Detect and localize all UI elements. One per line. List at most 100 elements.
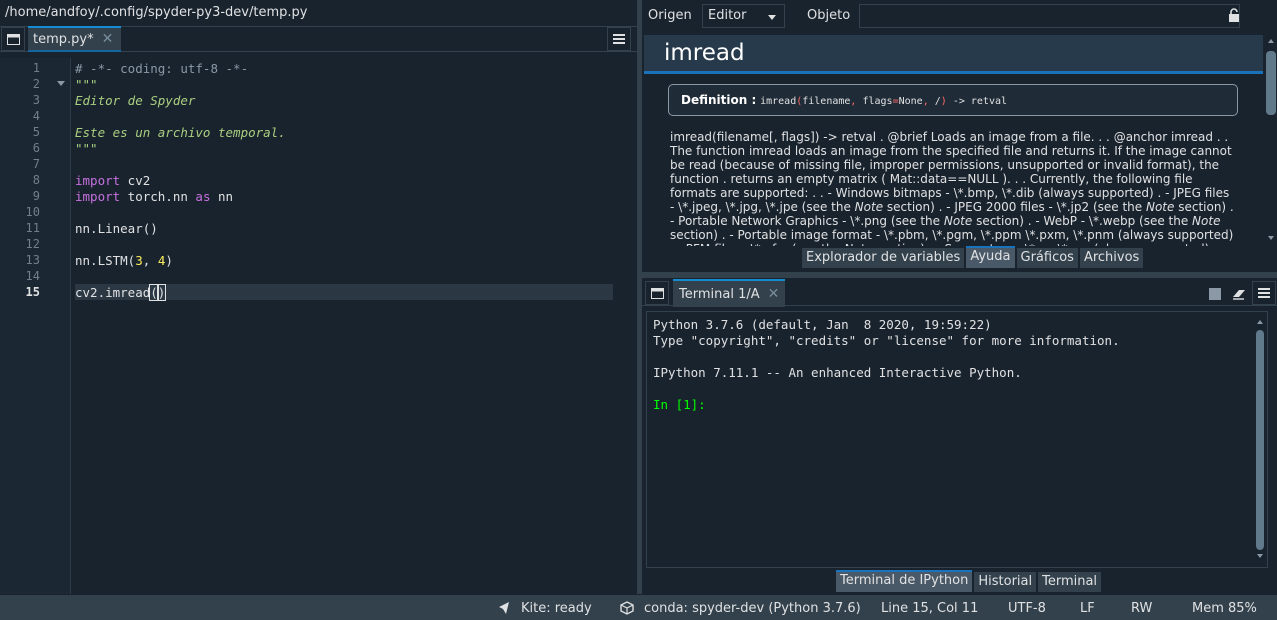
line-number: 5 — [32, 125, 40, 139]
keyword: import — [75, 173, 121, 188]
code-line: Este es un archivo temporal. — [75, 125, 286, 140]
hamburger-menu-icon — [613, 34, 625, 44]
scroll-thumb[interactable] — [1266, 51, 1276, 115]
source-value: Editor — [708, 8, 747, 23]
definition-signature: imread(filename, flags=None, /) -> retva… — [760, 96, 1007, 107]
console-options-button[interactable] — [1252, 281, 1276, 305]
help-header: imread — [644, 35, 1263, 74]
doc-text: section) . - JPEG 2000 files - \*.jp2 (s… — [883, 200, 1146, 214]
sig-arg: / — [928, 96, 941, 107]
module-name: torch.nn — [120, 189, 196, 204]
close-icon[interactable]: ✕ — [102, 31, 114, 47]
kite-status[interactable]: Kite: ready — [521, 601, 592, 616]
sig-return: -> retval — [946, 96, 1008, 107]
tab-variable-explorer[interactable]: Explorador de variables — [802, 248, 965, 268]
call-prefix: nn.LSTM( — [75, 253, 136, 268]
line-number: 3 — [32, 93, 40, 107]
object-input[interactable] — [859, 4, 1240, 28]
file-encoding: UTF-8 — [1008, 601, 1046, 616]
line-number: 8 — [32, 173, 40, 187]
console-tab-bar: Terminal 1/A ✕ — [642, 279, 1277, 307]
editor-pane: /home/andfoy/.config/spyder-py3-dev/temp… — [0, 0, 637, 594]
tab-history[interactable]: Historial — [974, 572, 1037, 592]
sig-name: imread — [760, 96, 797, 107]
scroll-up-icon[interactable] — [1257, 320, 1263, 324]
tab-terminal-1a[interactable]: Terminal 1/A ✕ — [673, 279, 786, 307]
fold-arrow-icon[interactable] — [57, 81, 65, 86]
definition-box: Definition : imread(filename, flags=None… — [668, 84, 1238, 116]
console-pane: Terminal 1/A ✕ Python 3.7.6 (default, Ja… — [642, 278, 1277, 594]
chevron-down-icon — [768, 15, 776, 20]
tab-help[interactable]: Ayuda — [966, 246, 1015, 268]
help-pane: Origen Editor Objeto imread Definition :… — [642, 0, 1277, 272]
window-icon — [650, 287, 664, 299]
close-icon[interactable]: ✕ — [768, 286, 780, 302]
code-line: nn.LSTM(3, 4) — [75, 253, 173, 268]
sig-arg: flags — [856, 96, 893, 107]
code-line-current: cv2.imread() — [75, 284, 167, 301]
console-scrollbar[interactable] — [1254, 320, 1266, 560]
console-line: Type "copyright", "credits" or "license"… — [653, 333, 1120, 348]
console-pane-tabs: Terminal de IPython Historial Terminal — [836, 570, 1102, 592]
browse-tabs-button[interactable] — [1, 27, 25, 51]
editor-options-button[interactable] — [607, 27, 631, 51]
source-label: Origen — [648, 8, 692, 23]
memory-usage: Mem 85% — [1192, 601, 1257, 616]
code-line: """ — [75, 77, 98, 92]
alias-name: nn — [210, 189, 234, 204]
doc-text: section) . - Portable image format - \*.… — [670, 228, 1234, 246]
console-line: IPython 7.11.1 -- An enhanced Interactiv… — [653, 365, 1022, 380]
doc-note: Note — [1192, 214, 1221, 228]
code-line: """ — [75, 141, 98, 156]
code-line: import torch.nn as nn — [75, 189, 233, 204]
tab-label: temp.py* — [33, 31, 94, 47]
source-dropdown[interactable]: Editor — [702, 4, 785, 28]
code-line: import cv2 — [75, 173, 150, 188]
line-number-gutter: 1 2 3 4 5 6 7 8 9 10 11 12 13 14 15 — [0, 58, 71, 594]
lock-icon[interactable] — [1228, 8, 1240, 22]
browse-tabs-button[interactable] — [645, 281, 669, 305]
number: 3 — [135, 253, 143, 268]
console-prompt[interactable]: In [1]: — [653, 397, 1261, 413]
scroll-up-icon[interactable] — [1268, 39, 1274, 43]
definition-label: Definition : — [681, 93, 757, 107]
line-number: 12 — [25, 237, 40, 251]
help-viewer[interactable]: imread Definition : imread(filename, fla… — [642, 35, 1263, 246]
console-line: Python 3.7.6 (default, Jan 8 2020, 19:59… — [653, 317, 992, 332]
line-number: 9 — [32, 189, 40, 203]
stop-icon[interactable] — [1209, 288, 1221, 300]
line-number: 10 — [25, 205, 40, 219]
module-name: cv2 — [120, 173, 151, 188]
file-path: /home/andfoy/.config/spyder-py3-dev/temp… — [5, 5, 308, 20]
scroll-down-icon[interactable] — [1268, 236, 1274, 240]
sig-arg: None — [898, 96, 923, 107]
object-label: Objeto — [807, 8, 851, 23]
scroll-thumb[interactable] — [1256, 330, 1264, 550]
tab-plots[interactable]: Gráficos — [1016, 248, 1078, 268]
tab-files[interactable]: Archivos — [1079, 248, 1144, 268]
code-text[interactable]: # -*- coding: utf-8 -*- """ Editor de Sp… — [72, 58, 632, 594]
conda-env-status[interactable]: conda: spyder-dev (Python 3.7.6) — [644, 601, 861, 616]
tab-temp-py[interactable]: temp.py* ✕ — [28, 26, 122, 52]
matched-bracket: ( — [149, 284, 159, 301]
help-title: imread — [664, 40, 745, 66]
keyword: import — [75, 189, 121, 204]
sig-arg: filename — [802, 96, 851, 107]
tab-ipython-console[interactable]: Terminal de IPython — [836, 570, 973, 592]
line-number: 7 — [32, 157, 40, 171]
scroll-down-icon[interactable] — [1257, 554, 1263, 558]
doc-text: section) . - WebP - \*.webp (see the — [972, 214, 1193, 228]
code-editor[interactable]: 1 2 3 4 5 6 7 8 9 10 11 12 13 14 15 # -*… — [0, 58, 637, 594]
hamburger-menu-icon — [1258, 288, 1270, 298]
line-number: 11 — [25, 221, 40, 235]
code-line: Editor de Spyder — [75, 93, 196, 108]
tab-terminal[interactable]: Terminal — [1038, 572, 1102, 592]
console-output[interactable]: Python 3.7.6 (default, Jan 8 2020, 19:59… — [646, 311, 1268, 568]
help-scrollbar[interactable] — [1265, 35, 1277, 246]
package-icon — [620, 601, 634, 615]
kite-icon — [499, 602, 509, 614]
cursor-position: Line 15, Col 11 — [881, 601, 979, 616]
eraser-icon[interactable] — [1232, 287, 1246, 301]
file-permissions: RW — [1131, 601, 1153, 616]
end-of-line: LF — [1080, 601, 1095, 616]
